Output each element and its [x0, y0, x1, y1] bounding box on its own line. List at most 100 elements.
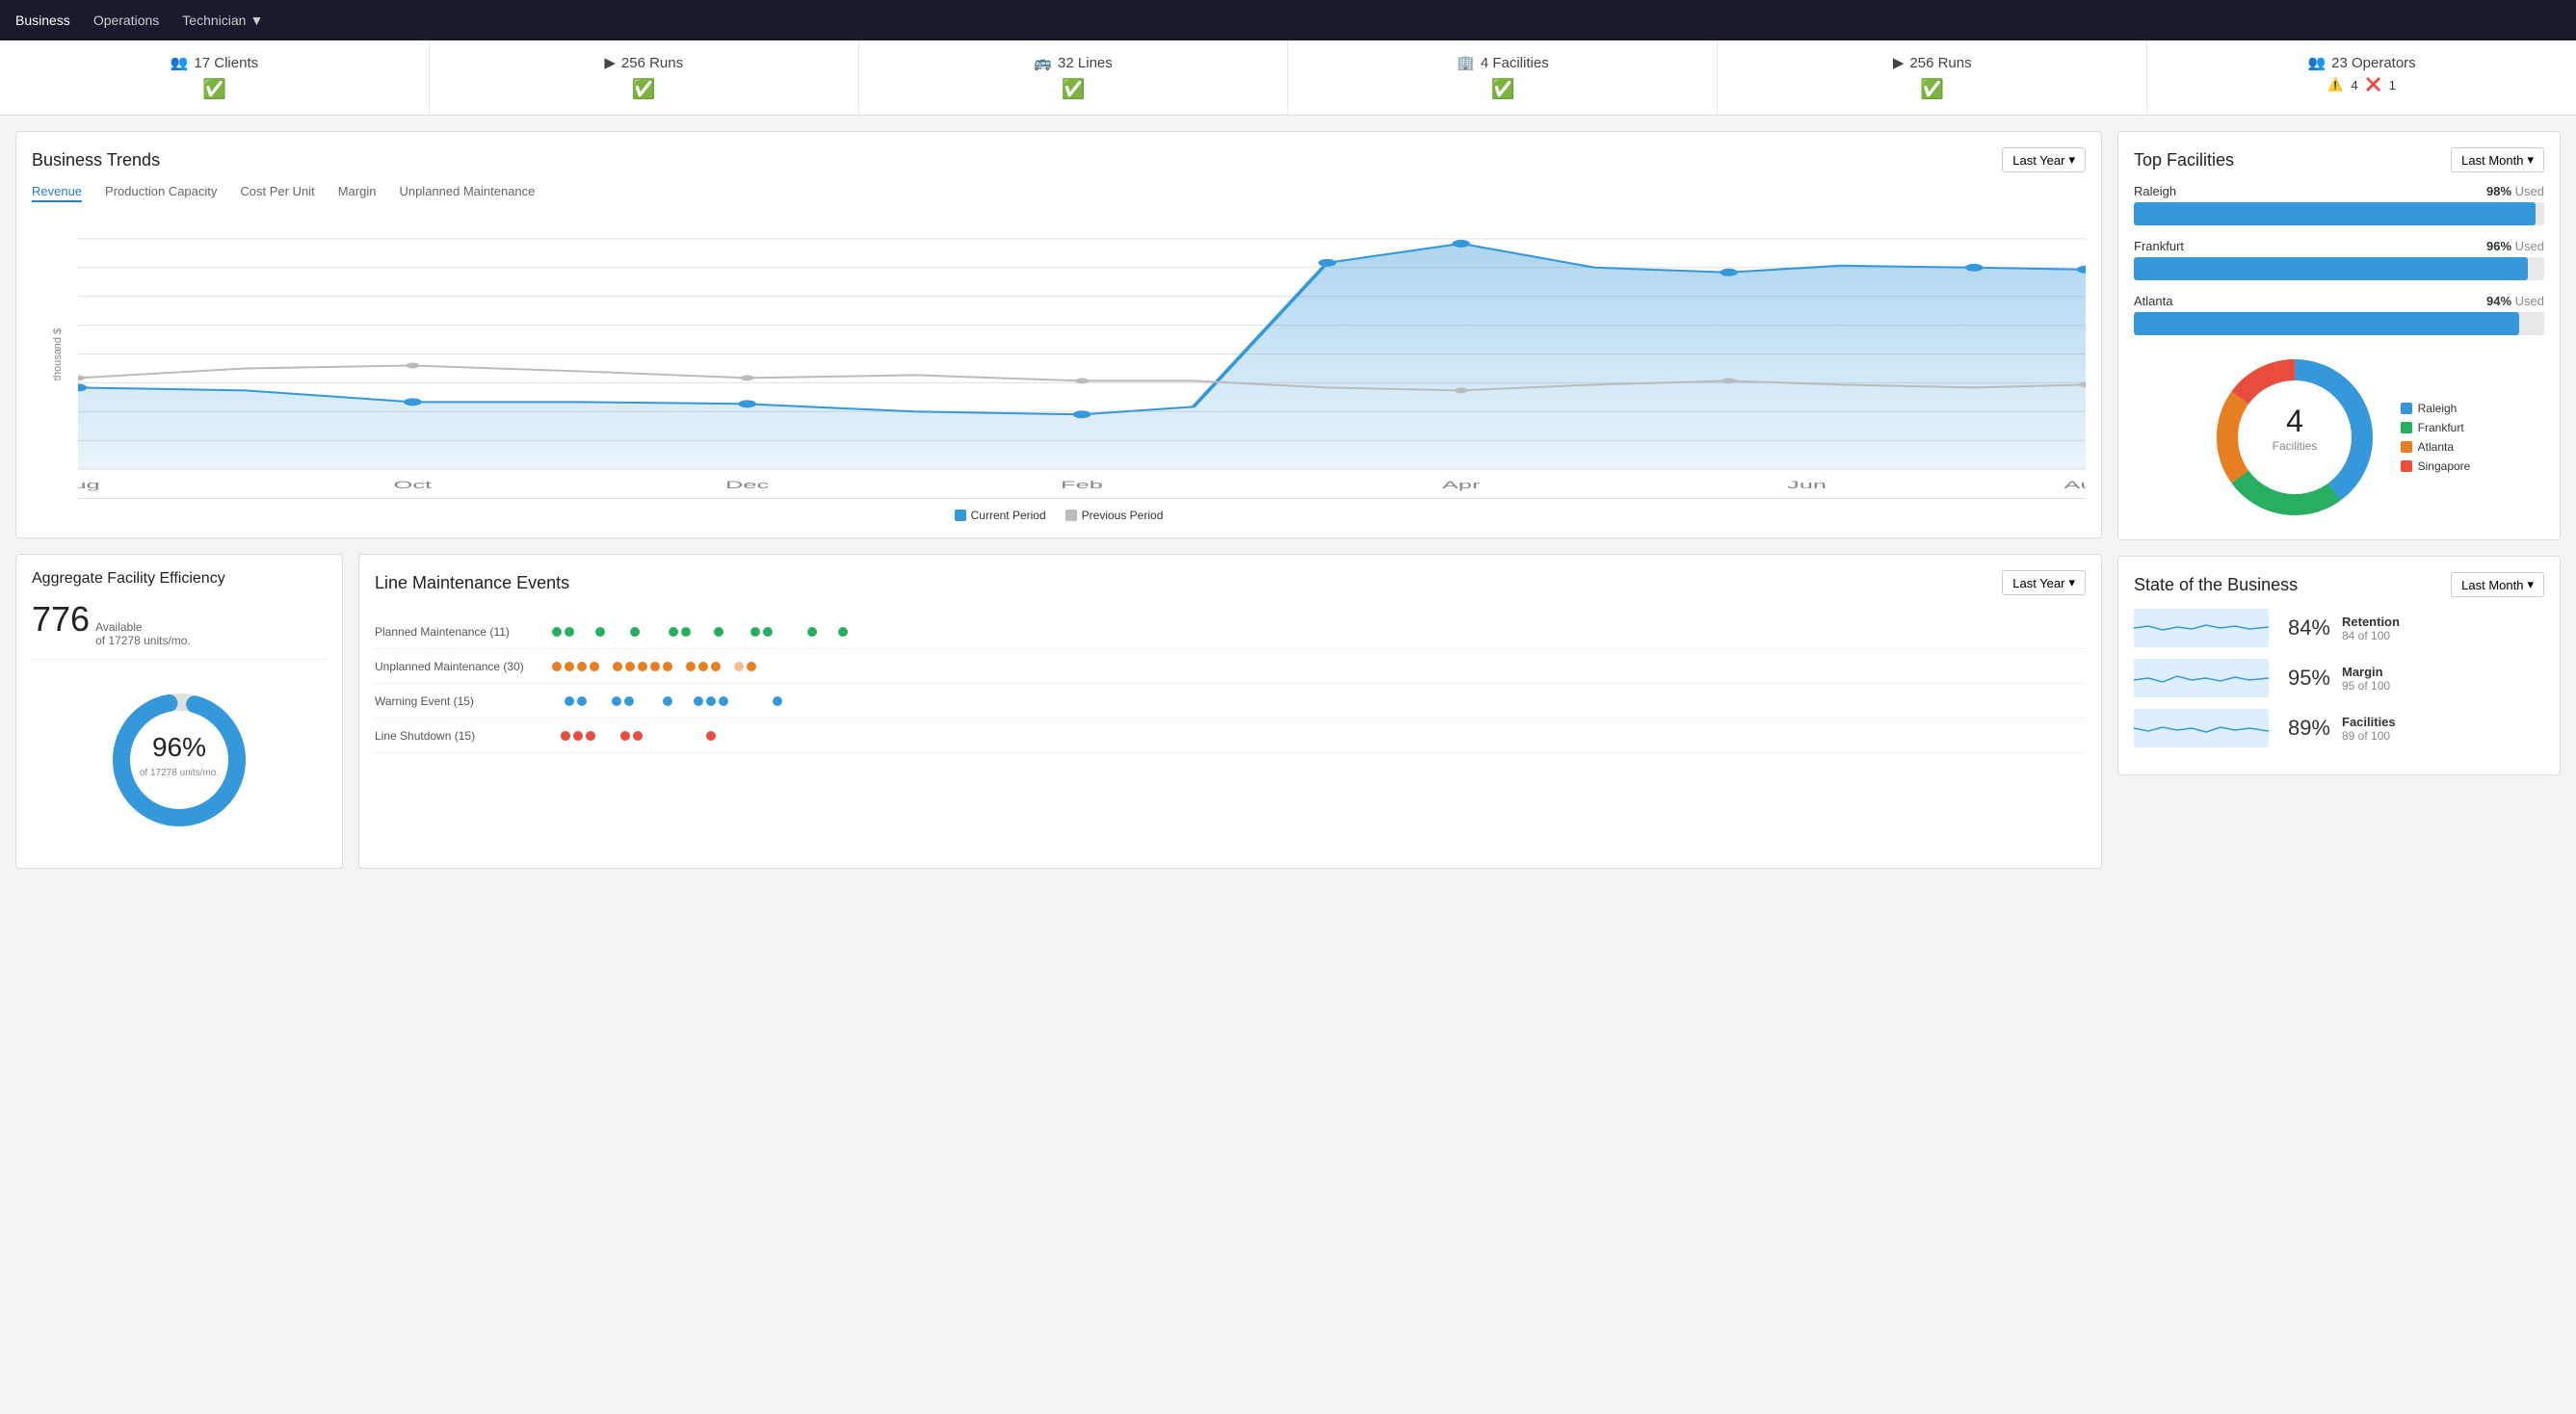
top-facilities-dropdown[interactable]: Last Month ▾ — [2451, 147, 2544, 172]
maint-label-warning: Warning Event (15) — [375, 694, 548, 708]
legend-singapore-color — [2401, 460, 2412, 472]
nav-business[interactable]: Business — [15, 13, 70, 28]
maint-dots-unplanned — [548, 662, 2086, 671]
dot — [612, 696, 621, 706]
runs2-icon: ▶ — [1893, 54, 1905, 71]
legend-raleigh: Raleigh — [2401, 402, 2471, 415]
state-dropdown[interactable]: Last Month ▾ — [2451, 572, 2544, 597]
business-trends-dropdown[interactable]: Last Year ▾ — [2002, 147, 2086, 172]
stat-operators: 👥 23 Operators ⚠️ 4 ❌ 1 — [2147, 40, 2576, 115]
dot — [663, 662, 672, 671]
runs2-status: ✅ — [1920, 77, 1944, 101]
sparkline-margin — [2134, 659, 2269, 697]
tab-maintenance[interactable]: Unplanned Maintenance — [399, 184, 535, 202]
facility-frankfurt-header: Frankfurt 96% Used — [2134, 239, 2544, 253]
nav-technician[interactable]: Technician ▼ — [182, 13, 263, 28]
facility-frankfurt-used: 96% Used — [2486, 239, 2544, 253]
operators-warnings: ⚠️ 4 ❌ 1 — [2327, 77, 2396, 92]
state-margin-title: Margin — [2342, 665, 2390, 679]
legend-atlanta: Atlanta — [2401, 440, 2471, 454]
tab-production[interactable]: Production Capacity — [105, 184, 217, 202]
dot — [773, 696, 782, 706]
dot — [573, 731, 583, 741]
maint-row-shutdown: Line Shutdown (15) — [375, 719, 2086, 753]
tab-revenue[interactable]: Revenue — [32, 184, 82, 202]
svg-text:Jun: Jun — [1787, 480, 1827, 491]
maint-row-planned: Planned Maintenance (11) — [375, 615, 2086, 649]
dot — [838, 627, 848, 637]
bottom-row: Aggregate Facility Efficiency 776 Availa… — [15, 554, 2102, 869]
line-maintenance-dropdown[interactable]: Last Year ▾ — [2002, 570, 2086, 595]
legend-singapore-label: Singapore — [2418, 459, 2471, 473]
svg-text:Apr: Apr — [1442, 480, 1481, 491]
dot — [669, 627, 678, 637]
facility-raleigh-name: Raleigh — [2134, 184, 2176, 198]
clients-icon: 👥 — [171, 54, 189, 71]
lines-count: 32 Lines — [1058, 55, 1113, 71]
stat-facilities-title: 🏢 4 Facilities — [1457, 54, 1549, 71]
line-maintenance-card: Line Maintenance Events Last Year ▾ Plan… — [358, 554, 2102, 869]
svg-text:96%: 96% — [152, 732, 206, 762]
facilities-donut-svg: 4 Facilities — [2208, 351, 2381, 524]
state-margin-row: 95% Margin 95 of 100 — [2134, 659, 2544, 697]
facility-frankfurt-bar — [2134, 257, 2528, 280]
state-facilities-detail: 89 of 100 — [2342, 729, 2390, 743]
dot — [686, 662, 696, 671]
state-margin-pct: 95% — [2280, 666, 2330, 691]
dot — [706, 696, 716, 706]
stat-lines: 🚌 32 Lines ✅ — [859, 40, 1289, 115]
svg-text:Aug: Aug — [2063, 480, 2086, 491]
business-trends-dropdown-label: Last Year — [2012, 153, 2064, 168]
warn-count: 4 — [2351, 78, 2357, 92]
svg-text:4: 4 — [2286, 404, 2303, 438]
dot — [620, 731, 630, 741]
state-retention-row: 84% Retention 84 of 100 — [2134, 609, 2544, 647]
state-retention-pct: 84% — [2280, 615, 2330, 641]
dot — [565, 627, 574, 637]
dot — [561, 731, 570, 741]
facility-raleigh-bar — [2134, 202, 2536, 225]
dot — [633, 731, 643, 741]
stat-lines-title: 🚌 32 Lines — [1034, 54, 1112, 71]
tab-margin[interactable]: Margin — [338, 184, 377, 202]
state-retention-title: Retention — [2342, 615, 2400, 629]
legend-frankfurt-label: Frankfurt — [2418, 421, 2464, 434]
chart-svg: 0 100 200 300 400 500 600 700 800 — [78, 210, 2086, 498]
chart-legend: Current Period Previous Period — [32, 509, 2086, 522]
right-panel: Top Facilities Last Month ▾ Raleigh 98% … — [2117, 131, 2561, 869]
state-header: State of the Business Last Month ▾ — [2134, 572, 2544, 597]
chart-container: thousand $ 0 — [32, 210, 2086, 499]
state-margin-label: Margin 95 of 100 — [2342, 665, 2390, 693]
legend-raleigh-label: Raleigh — [2418, 402, 2458, 415]
stats-row: 👥 17 Clients ✅ ▶ 256 Runs ✅ 🚌 32 Lines ✅… — [0, 40, 2576, 116]
dot — [565, 696, 574, 706]
legend-raleigh-color — [2401, 403, 2412, 414]
maint-label-unplanned: Unplanned Maintenance (30) — [375, 660, 548, 673]
sparkline-facilities — [2134, 709, 2269, 747]
aggregate-header: Aggregate Facility Efficiency — [32, 570, 327, 588]
facility-raleigh-used: 98% Used — [2486, 184, 2544, 198]
stat-runs1: ▶ 256 Runs ✅ — [430, 40, 859, 115]
nav-operations[interactable]: Operations — [93, 13, 159, 28]
dot — [711, 662, 721, 671]
sparkline-retention — [2134, 609, 2269, 647]
clients-status: ✅ — [202, 77, 226, 101]
chevron-down-icon4: ▾ — [2527, 577, 2534, 592]
runs1-count: 256 Runs — [621, 55, 683, 71]
dot — [595, 627, 605, 637]
facility-raleigh: Raleigh 98% Used — [2134, 184, 2544, 225]
dot — [577, 662, 587, 671]
facility-atlanta: Atlanta 94% Used — [2134, 294, 2544, 335]
stat-operators-title: 👥 23 Operators — [2307, 54, 2415, 71]
legend-current-label: Current Period — [971, 509, 1046, 522]
chevron-down-icon3: ▾ — [2527, 152, 2534, 168]
legend-previous: Previous Period — [1065, 509, 1164, 522]
tab-cost[interactable]: Cost Per Unit — [240, 184, 314, 202]
left-panel: Business Trends Last Year ▾ Revenue Prod… — [15, 131, 2102, 869]
dot — [747, 662, 756, 671]
svg-text:Dec: Dec — [725, 480, 770, 491]
y-axis-label: thousand $ — [52, 328, 64, 380]
runs1-icon: ▶ — [604, 54, 616, 71]
operators-count: 23 Operators — [2331, 55, 2416, 71]
maint-label-planned: Planned Maintenance (11) — [375, 625, 548, 639]
